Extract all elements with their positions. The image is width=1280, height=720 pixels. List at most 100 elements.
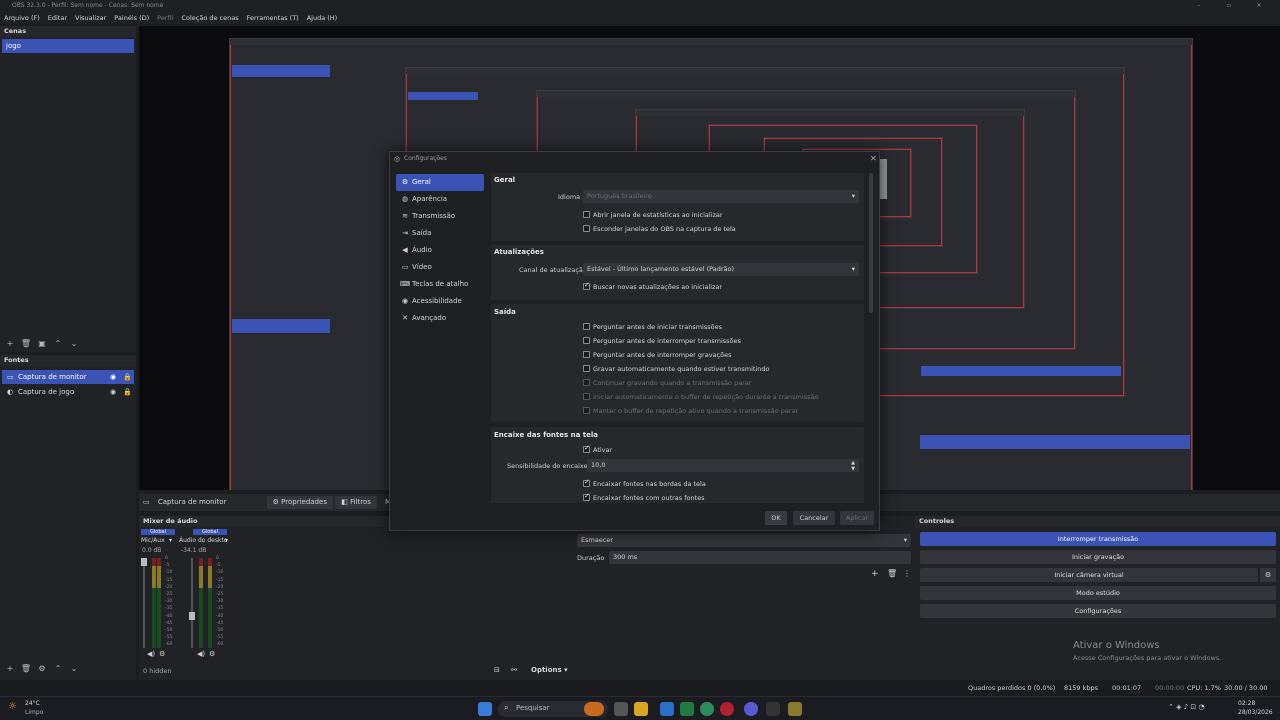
eye-icon[interactable]: ◉: [110, 370, 116, 384]
opera-icon[interactable]: [720, 702, 734, 716]
obs-icon[interactable]: [766, 702, 780, 716]
nav-stream[interactable]: ≋ Transmissão: [396, 208, 484, 225]
language-select[interactable]: Português brasileiro ▾: [583, 190, 859, 203]
volume-slider[interactable]: [191, 558, 193, 648]
chrome-icon[interactable]: [700, 702, 714, 716]
checkbox[interactable]: [583, 365, 590, 372]
speaker-icon[interactable]: ◀): [147, 650, 155, 658]
scene-item[interactable]: jogo: [2, 39, 134, 53]
meter-tick: -35: [216, 606, 224, 612]
lock-icon[interactable]: 🔒: [123, 370, 132, 384]
eye-icon[interactable]: ◉: [110, 385, 116, 399]
settings-scrollbar[interactable]: [869, 173, 873, 313]
menu-docks[interactable]: Painéis (D): [110, 12, 153, 24]
meter-tick: -10: [165, 570, 173, 576]
record-time: 00:00:00: [1155, 684, 1185, 692]
gear-icon[interactable]: ⚙: [1260, 568, 1276, 582]
tools-icon: ✕: [402, 314, 408, 322]
trash-icon[interactable]: 🗑: [18, 339, 34, 348]
stop-stream-button[interactable]: Interromper transmissão: [920, 532, 1276, 546]
chevron-down-icon[interactable]: ▾: [169, 537, 172, 544]
checkbox[interactable]: [583, 323, 590, 330]
checkbox[interactable]: [583, 211, 590, 218]
discord-icon[interactable]: [744, 702, 758, 716]
meter-tick: -15: [216, 577, 224, 583]
task-view-icon[interactable]: [614, 702, 628, 716]
menu-file[interactable]: Arquivo (F): [0, 12, 44, 24]
start-virtual-camera-button[interactable]: Iniciar câmera virtual: [920, 568, 1258, 582]
source-item[interactable]: ◐ Captura de jogo ◉ 🔒: [2, 385, 134, 399]
start-recording-button[interactable]: Iniciar gravação: [920, 550, 1276, 564]
spin-arrows-icon[interactable]: ▲ ▼: [851, 460, 855, 472]
filters-button[interactable]: ◧ Filtros: [335, 496, 377, 509]
slider-handle[interactable]: [141, 558, 147, 566]
nav-accessibility[interactable]: ◉ Acessibilidade: [396, 293, 484, 310]
store-icon[interactable]: [660, 702, 674, 716]
nav-video[interactable]: ▭ Vídeo: [396, 259, 484, 276]
nav-advanced[interactable]: ✕ Avançado: [396, 310, 484, 327]
move-up-icon[interactable]: ⌃: [50, 339, 66, 348]
duration-input[interactable]: 300 ms: [609, 551, 911, 564]
checkbox-label: Buscar novas atualizações ao inicializar: [593, 283, 723, 291]
cancel-button[interactable]: Cancelar: [793, 511, 835, 525]
checkbox[interactable]: [583, 281, 590, 290]
move-down-icon[interactable]: ⌄: [66, 339, 82, 348]
meter-tick: -35: [165, 606, 173, 612]
add-scene-icon[interactable]: +: [2, 339, 18, 348]
nav-audio[interactable]: ◀ Áudio: [396, 242, 484, 259]
menu-tools[interactable]: Ferramentas (T): [243, 12, 303, 24]
volume-slider[interactable]: [143, 558, 145, 648]
channel-select[interactable]: Estável - Último lançamento estável (Pad…: [583, 263, 859, 276]
properties-button[interactable]: ⚙ Propriedades: [266, 496, 333, 509]
nav-general[interactable]: ⚙ Geral: [396, 174, 484, 191]
layout-icon[interactable]: ⊟: [494, 666, 500, 674]
add-transition-icon[interactable]: +: [871, 569, 879, 579]
window-title: OBS 32.3.0 - Perfil: Sem nome - Cenas: S…: [12, 2, 164, 9]
menu-scene-collection[interactable]: Coleção de cenas: [177, 12, 242, 24]
source-item[interactable]: ▭ Captura de monitor ◉ 🔒: [2, 370, 134, 384]
menu-view[interactable]: Visualizar: [71, 12, 110, 24]
options-button[interactable]: Options ▾: [531, 666, 568, 674]
nav-appearance[interactable]: ◍ Aparência: [396, 191, 484, 208]
maximize-button[interactable]: ▫: [1214, 0, 1244, 12]
studio-mode-button[interactable]: Modo estúdio: [920, 586, 1276, 600]
close-icon[interactable]: ✕: [870, 154, 877, 163]
link-icon[interactable]: ⚯: [511, 666, 517, 674]
checkbox[interactable]: [583, 478, 590, 487]
settings-button[interactable]: Configurações: [920, 604, 1276, 618]
tray-icons[interactable]: ⌃ ◈ ♪ ⊡ ◔: [1168, 703, 1205, 711]
lock-icon[interactable]: 🔒: [123, 385, 132, 399]
nav-hotkeys[interactable]: ⌨ Teclas de atalho: [396, 276, 484, 293]
transition-select[interactable]: Esmaecer ▾: [577, 534, 911, 547]
checkbox[interactable]: [583, 492, 590, 501]
filter-icon[interactable]: ▣: [34, 339, 50, 348]
menu-help[interactable]: Ajuda (H): [303, 12, 342, 24]
checkbox[interactable]: [583, 337, 590, 344]
nav-label: Acessibilidade: [412, 297, 462, 305]
menu-edit[interactable]: Editar: [44, 12, 71, 24]
chevron-down-icon[interactable]: ▾: [225, 537, 228, 544]
trash-icon[interactable]: 🗑: [887, 569, 897, 578]
app-icon[interactable]: [788, 702, 802, 716]
slider-handle[interactable]: [189, 612, 195, 620]
search-box[interactable]: ⌕ Pesquisar: [498, 701, 608, 717]
nav-output[interactable]: ⇥ Saída: [396, 225, 484, 242]
gear-icon[interactable]: ⚙: [209, 650, 215, 658]
file-explorer-icon[interactable]: [634, 702, 648, 716]
updates-title: Atualizações: [494, 248, 544, 256]
checkbox[interactable]: [583, 444, 590, 453]
speaker-icon[interactable]: ◀): [197, 650, 205, 658]
sensitivity-input[interactable]: 10,0 ▲ ▼: [587, 459, 859, 472]
minimize-button[interactable]: –: [1184, 0, 1214, 12]
apply-button[interactable]: Aplicar: [840, 511, 874, 525]
more-icon[interactable]: ⋮: [903, 569, 911, 578]
close-button[interactable]: ✕: [1244, 0, 1274, 12]
checkbox[interactable]: [583, 351, 590, 358]
checkbox[interactable]: [583, 225, 590, 232]
excel-icon[interactable]: [680, 702, 694, 716]
ok-button[interactable]: OK: [765, 511, 787, 525]
start-icon[interactable]: [478, 702, 492, 716]
settings-dialog: Configurações ◎ ✕ ⚙ Geral ◍ Aparência ≋ Tra…: [389, 151, 880, 531]
menu-profile[interactable]: Perfil: [153, 12, 177, 24]
gear-icon[interactable]: ⚙: [159, 650, 165, 658]
